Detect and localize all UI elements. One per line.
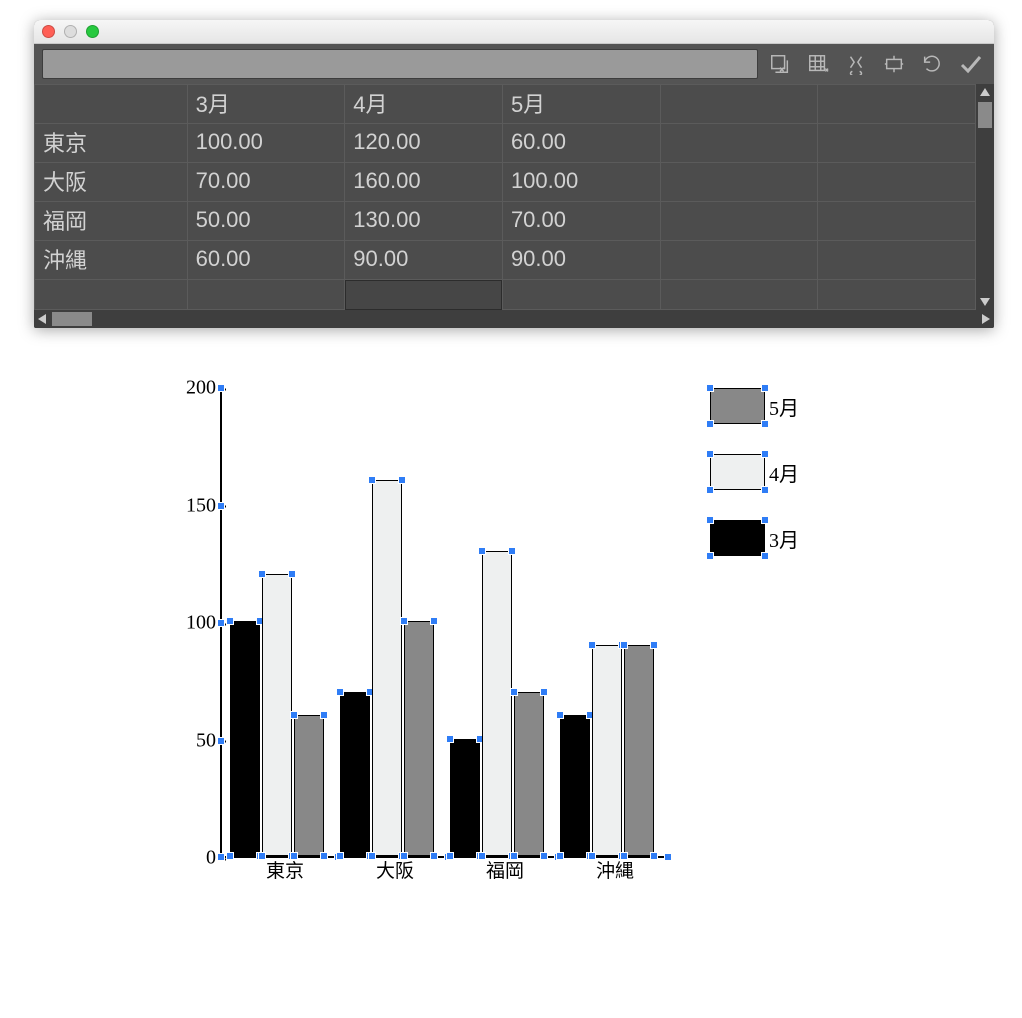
bar[interactable]	[340, 692, 370, 857]
selection-handle[interactable]	[217, 853, 225, 861]
revert-icon[interactable]	[916, 48, 948, 80]
y-tick-label: 200	[176, 377, 216, 400]
legend-item[interactable]: 3月	[710, 520, 799, 556]
column-header[interactable]: 3月	[187, 85, 345, 124]
data-cell[interactable]: 60.00	[502, 124, 660, 163]
legend-label: 3月	[769, 524, 799, 553]
selection-handle[interactable]	[217, 502, 225, 510]
cell-input[interactable]	[42, 49, 758, 79]
bar[interactable]	[372, 480, 402, 856]
data-cell[interactable]: 50.00	[187, 202, 345, 241]
column-header[interactable]: 4月	[345, 85, 503, 124]
data-cell[interactable]: 100.00	[187, 124, 345, 163]
data-cell[interactable]: 130.00	[345, 202, 503, 241]
bar[interactable]	[482, 551, 512, 857]
window-titlebar[interactable]	[34, 20, 994, 44]
bar[interactable]	[262, 574, 292, 856]
data-cell[interactable]: 60.00	[187, 241, 345, 280]
data-cell[interactable]: 120.00	[345, 124, 503, 163]
selection-handle[interactable]	[664, 853, 672, 861]
legend-item[interactable]: 5月	[710, 388, 799, 424]
data-toolbar	[34, 44, 994, 84]
legend-item[interactable]: 4月	[710, 454, 799, 490]
bar-chart[interactable]: 050100150200東京大阪福岡沖縄 5月4月3月	[180, 388, 880, 858]
bar[interactable]	[624, 645, 654, 857]
row-header[interactable]: 大阪	[35, 163, 188, 202]
selection-handle[interactable]	[217, 619, 225, 627]
bar[interactable]	[514, 692, 544, 857]
column-header[interactable]: 5月	[502, 85, 660, 124]
data-cell[interactable]: 100.00	[502, 163, 660, 202]
legend-swatch[interactable]	[710, 454, 765, 490]
x-category-label: 大阪	[340, 856, 450, 883]
legend-swatch[interactable]	[710, 388, 765, 424]
swap-xy-icon[interactable]	[840, 48, 872, 80]
selection-handle[interactable]	[217, 384, 225, 392]
legend-swatch[interactable]	[710, 520, 765, 556]
legend-label: 4月	[769, 458, 799, 487]
data-cell[interactable]: 90.00	[345, 241, 503, 280]
scrollbar-thumb[interactable]	[52, 312, 92, 326]
row-header[interactable]: 沖縄	[35, 241, 188, 280]
cell-style-icon[interactable]	[878, 48, 910, 80]
import-icon[interactable]	[764, 48, 796, 80]
close-button[interactable]	[42, 25, 55, 38]
data-cell[interactable]: 70.00	[187, 163, 345, 202]
data-table[interactable]: 3月 4月 5月 東京 100.00 120.00 60.00 大阪 70.00…	[34, 84, 976, 310]
legend-label: 5月	[769, 392, 799, 421]
apply-icon[interactable]	[954, 48, 986, 80]
scrollbar-thumb[interactable]	[978, 102, 992, 128]
x-category-label: 東京	[230, 856, 340, 883]
y-tick-label: 100	[176, 612, 216, 635]
transpose-icon[interactable]	[802, 48, 834, 80]
x-category-label: 福岡	[450, 856, 560, 883]
chart-legend[interactable]: 5月 4月 3月	[710, 388, 799, 586]
bar[interactable]	[294, 715, 324, 856]
horizontal-scrollbar[interactable]	[34, 310, 994, 328]
vertical-scrollbar[interactable]	[976, 84, 994, 310]
row-header[interactable]: 東京	[35, 124, 188, 163]
selected-cell[interactable]	[345, 280, 503, 310]
data-cell[interactable]: 90.00	[502, 241, 660, 280]
zoom-button[interactable]	[86, 25, 99, 38]
y-tick-label: 50	[176, 729, 216, 752]
selection-handle[interactable]	[217, 737, 225, 745]
x-category-label: 沖縄	[560, 856, 670, 883]
minimize-button[interactable]	[64, 25, 77, 38]
bar[interactable]	[404, 621, 434, 856]
data-cell[interactable]: 70.00	[502, 202, 660, 241]
bar[interactable]	[230, 621, 260, 856]
bar[interactable]	[450, 739, 480, 857]
row-header[interactable]: 福岡	[35, 202, 188, 241]
bar[interactable]	[592, 645, 622, 857]
y-tick-label: 150	[176, 494, 216, 517]
y-tick-label: 0	[176, 847, 216, 870]
bar[interactable]	[560, 715, 590, 856]
data-cell[interactable]: 160.00	[345, 163, 503, 202]
data-window: 3月 4月 5月 東京 100.00 120.00 60.00 大阪 70.00…	[34, 20, 994, 328]
